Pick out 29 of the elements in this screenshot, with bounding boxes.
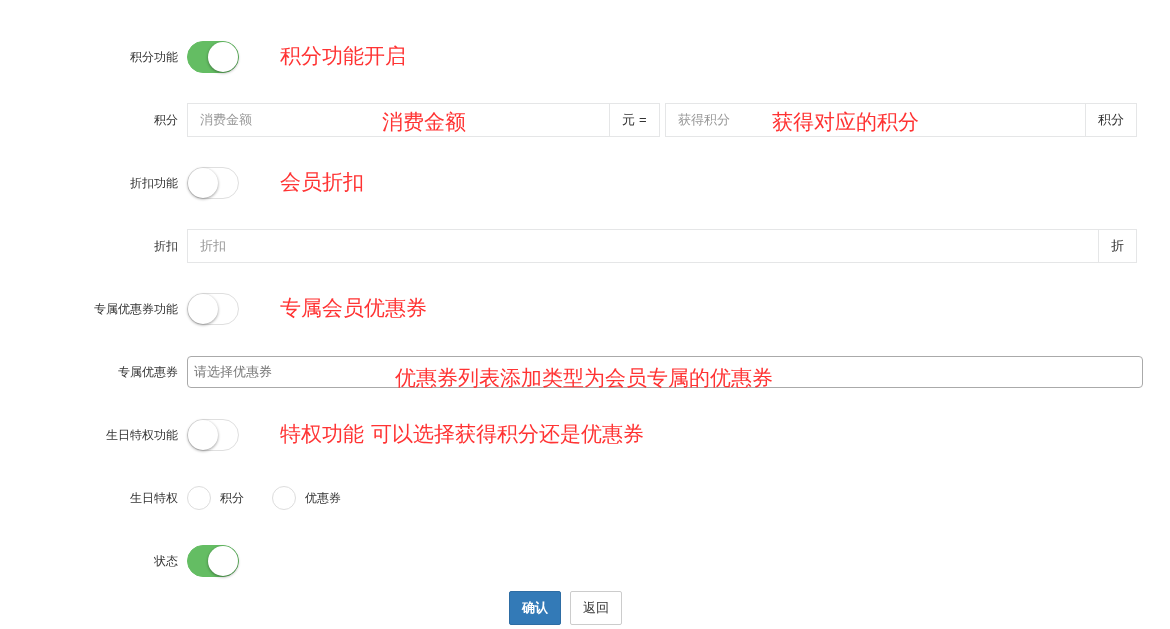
field-label: 折扣功能 bbox=[129, 175, 179, 192]
toggle-switch[interactable] bbox=[187, 545, 239, 577]
unit-label: 元 = bbox=[610, 103, 660, 137]
annotation-text: 专属会员优惠券 bbox=[280, 295, 427, 323]
annotation-text: 会员折扣 bbox=[280, 169, 364, 197]
unit-label: 积分 bbox=[1086, 103, 1137, 137]
radio-label: 优惠券 bbox=[305, 490, 341, 507]
coupon-select[interactable]: 请选择优惠券 优惠券列表添加类型为会员专属的优惠券 bbox=[187, 356, 1143, 388]
placeholder-text: 请选择优惠券 bbox=[194, 363, 272, 382]
input-field[interactable]: 折扣 bbox=[187, 229, 1099, 263]
unit-label: 折 bbox=[1099, 229, 1137, 263]
field-label: 积分 bbox=[153, 112, 179, 129]
field-label: 折扣 bbox=[153, 238, 179, 255]
field-label: 积分功能 bbox=[129, 49, 179, 66]
field-label: 专属优惠券 bbox=[117, 364, 179, 381]
radio-button[interactable] bbox=[187, 486, 211, 510]
confirm-button[interactable]: 确认 bbox=[508, 591, 561, 625]
annotation-text: 积分功能开启 bbox=[280, 43, 406, 71]
radio-button[interactable] bbox=[272, 486, 296, 510]
annotation-text: 特权功能 可以选择获得积分还是优惠券 bbox=[280, 421, 644, 449]
back-button[interactable]: 返回 bbox=[569, 591, 622, 625]
field-label: 状态 bbox=[153, 553, 179, 570]
field-label: 专属优惠券功能 bbox=[93, 301, 179, 318]
radio-label: 积分 bbox=[220, 490, 244, 507]
annotation-text: 消费金额 bbox=[382, 109, 466, 136]
toggle-switch[interactable] bbox=[187, 41, 239, 73]
field-label: 生日特权 bbox=[129, 490, 179, 507]
field-label: 生日特权功能 bbox=[105, 427, 179, 444]
annotation-text: 获得对应的积分 bbox=[771, 109, 919, 136]
